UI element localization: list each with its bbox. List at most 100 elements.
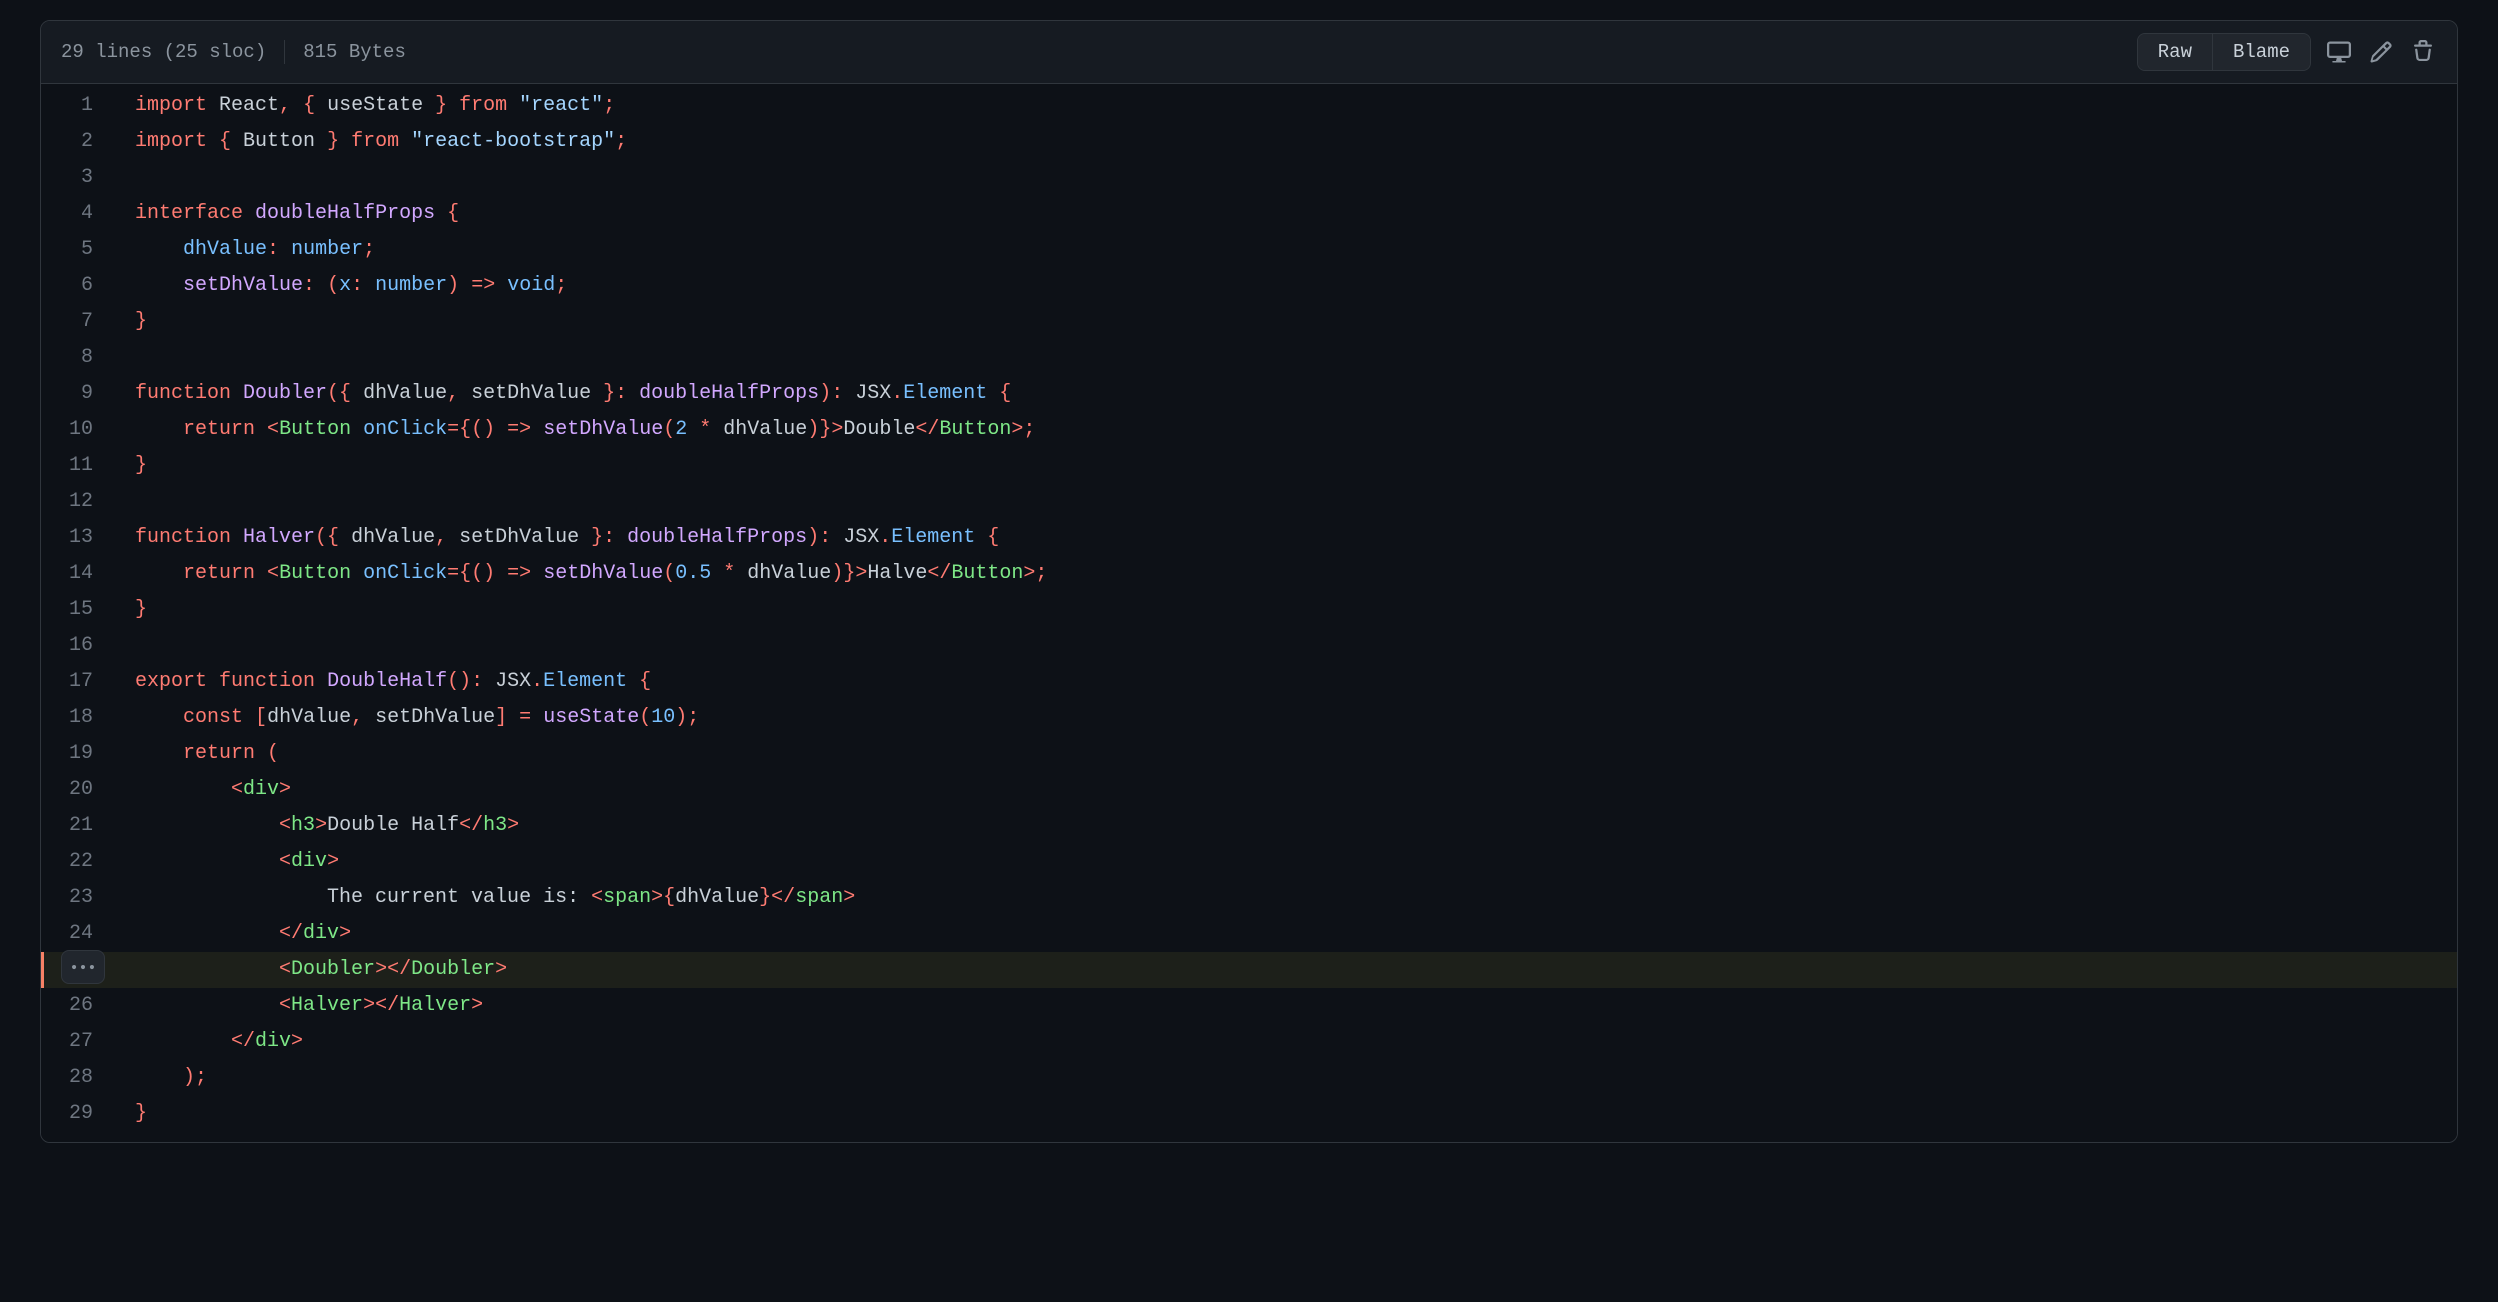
line-number[interactable]: 18: [41, 700, 111, 736]
code-line[interactable]: 1import React, { useState } from "react"…: [41, 88, 2457, 124]
line-number[interactable]: 2: [41, 124, 111, 160]
code-line[interactable]: 19 return (: [41, 736, 2457, 772]
raw-blame-group: Raw Blame: [2137, 33, 2311, 71]
code-line[interactable]: 21 <h3>Double Half</h3>: [41, 808, 2457, 844]
line-number[interactable]: 3: [41, 160, 111, 196]
code-area[interactable]: 1import React, { useState } from "react"…: [41, 84, 2457, 1142]
trash-icon[interactable]: [2409, 38, 2437, 66]
code-line[interactable]: 22 <div>: [41, 844, 2457, 880]
line-number[interactable]: 23: [41, 880, 111, 916]
line-content[interactable]: function Halver({ dhValue, setDhValue }:…: [111, 520, 2457, 556]
lines-info: 29 lines (25 sloc): [61, 41, 266, 63]
kebab-icon[interactable]: [61, 950, 105, 984]
code-line[interactable]: 2import { Button } from "react-bootstrap…: [41, 124, 2457, 160]
code-line[interactable]: 8: [41, 340, 2457, 376]
file-info: 29 lines (25 sloc) 815 Bytes: [61, 40, 406, 64]
code-line[interactable]: 10 return <Button onClick={() => setDhVa…: [41, 412, 2457, 448]
line-number[interactable]: 4: [41, 196, 111, 232]
line-content[interactable]: }: [111, 1096, 2457, 1132]
line-number[interactable]: 27: [41, 1024, 111, 1060]
line-content[interactable]: function Doubler({ dhValue, setDhValue }…: [111, 376, 2457, 412]
code-line[interactable]: 29}: [41, 1096, 2457, 1132]
line-content[interactable]: <Halver></Halver>: [111, 988, 2457, 1024]
line-number[interactable]: 15: [41, 592, 111, 628]
code-line[interactable]: 28 );: [41, 1060, 2457, 1096]
code-line[interactable]: 23 The current value is: <span>{dhValue}…: [41, 880, 2457, 916]
line-number[interactable]: 17: [41, 664, 111, 700]
line-number[interactable]: 24: [41, 916, 111, 952]
code-line[interactable]: 12: [41, 484, 2457, 520]
line-number[interactable]: 16: [41, 628, 111, 664]
line-content[interactable]: [111, 340, 2457, 376]
line-content[interactable]: <h3>Double Half</h3>: [111, 808, 2457, 844]
line-number[interactable]: 20: [41, 772, 111, 808]
line-number[interactable]: 1: [41, 88, 111, 124]
line-number[interactable]: 6: [41, 268, 111, 304]
line-content[interactable]: }: [111, 592, 2457, 628]
line-number[interactable]: 22: [41, 844, 111, 880]
code-line[interactable]: 3: [41, 160, 2457, 196]
line-content[interactable]: }: [111, 304, 2457, 340]
code-line[interactable]: 25 <Doubler></Doubler>: [41, 952, 2457, 988]
line-content[interactable]: const [dhValue, setDhValue] = useState(1…: [111, 700, 2457, 736]
code-line[interactable]: 16: [41, 628, 2457, 664]
line-number[interactable]: 21: [41, 808, 111, 844]
code-line[interactable]: 6 setDhValue: (x: number) => void;: [41, 268, 2457, 304]
line-content[interactable]: <div>: [111, 844, 2457, 880]
blame-button[interactable]: Blame: [2212, 34, 2310, 70]
line-content[interactable]: return (: [111, 736, 2457, 772]
code-line[interactable]: 15}: [41, 592, 2457, 628]
code-line[interactable]: 18 const [dhValue, setDhValue] = useStat…: [41, 700, 2457, 736]
file-box: 29 lines (25 sloc) 815 Bytes Raw Blame 1…: [40, 20, 2458, 1143]
line-number[interactable]: 13: [41, 520, 111, 556]
line-number[interactable]: 12: [41, 484, 111, 520]
line-number[interactable]: 9: [41, 376, 111, 412]
code-line[interactable]: 27 </div>: [41, 1024, 2457, 1060]
line-content[interactable]: dhValue: number;: [111, 232, 2457, 268]
line-content[interactable]: [111, 484, 2457, 520]
desktop-icon[interactable]: [2325, 38, 2353, 66]
line-content[interactable]: return <Button onClick={() => setDhValue…: [111, 556, 2457, 592]
line-content[interactable]: import React, { useState } from "react";: [111, 88, 2457, 124]
line-content[interactable]: </div>: [111, 916, 2457, 952]
line-number[interactable]: 11: [41, 448, 111, 484]
code-line[interactable]: 5 dhValue: number;: [41, 232, 2457, 268]
line-content[interactable]: setDhValue: (x: number) => void;: [111, 268, 2457, 304]
line-content[interactable]: [111, 160, 2457, 196]
line-number[interactable]: 10: [41, 412, 111, 448]
line-number[interactable]: 14: [41, 556, 111, 592]
line-content[interactable]: export function DoubleHalf(): JSX.Elemen…: [111, 664, 2457, 700]
divider: [284, 40, 285, 64]
line-number[interactable]: 8: [41, 340, 111, 376]
line-number[interactable]: 7: [41, 304, 111, 340]
line-number[interactable]: 19: [41, 736, 111, 772]
code-line[interactable]: 4interface doubleHalfProps {: [41, 196, 2457, 232]
line-number[interactable]: 29: [41, 1096, 111, 1132]
file-actions: Raw Blame: [2137, 33, 2437, 71]
line-number[interactable]: 28: [41, 1060, 111, 1096]
code-line[interactable]: 26 <Halver></Halver>: [41, 988, 2457, 1024]
code-line[interactable]: 14 return <Button onClick={() => setDhVa…: [41, 556, 2457, 592]
line-content[interactable]: </div>: [111, 1024, 2457, 1060]
line-content[interactable]: import { Button } from "react-bootstrap"…: [111, 124, 2457, 160]
code-line[interactable]: 11}: [41, 448, 2457, 484]
line-content[interactable]: <div>: [111, 772, 2457, 808]
line-content[interactable]: <Doubler></Doubler>: [111, 952, 2457, 988]
code-line[interactable]: 17export function DoubleHalf(): JSX.Elem…: [41, 664, 2457, 700]
line-number[interactable]: 5: [41, 232, 111, 268]
line-number[interactable]: 26: [41, 988, 111, 1024]
code-line[interactable]: 24 </div>: [41, 916, 2457, 952]
line-content[interactable]: interface doubleHalfProps {: [111, 196, 2457, 232]
code-line[interactable]: 7}: [41, 304, 2457, 340]
line-content[interactable]: );: [111, 1060, 2457, 1096]
line-content[interactable]: return <Button onClick={() => setDhValue…: [111, 412, 2457, 448]
line-number[interactable]: 25: [41, 952, 111, 988]
code-line[interactable]: 20 <div>: [41, 772, 2457, 808]
line-content[interactable]: }: [111, 448, 2457, 484]
raw-button[interactable]: Raw: [2138, 34, 2212, 70]
line-content[interactable]: The current value is: <span>{dhValue}</s…: [111, 880, 2457, 916]
code-line[interactable]: 13function Halver({ dhValue, setDhValue …: [41, 520, 2457, 556]
pencil-icon[interactable]: [2367, 38, 2395, 66]
line-content[interactable]: [111, 628, 2457, 664]
code-line[interactable]: 9function Doubler({ dhValue, setDhValue …: [41, 376, 2457, 412]
